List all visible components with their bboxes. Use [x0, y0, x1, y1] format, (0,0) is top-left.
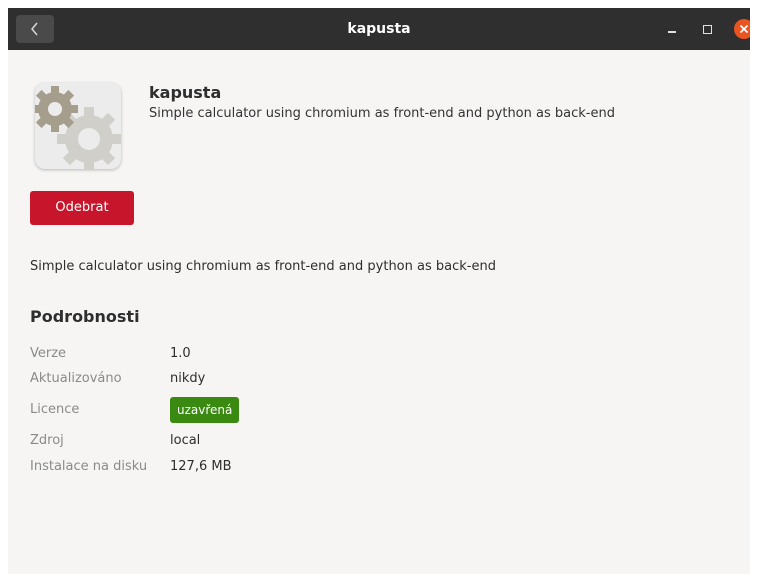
- app-name: kapusta: [149, 83, 222, 102]
- source-value: local: [170, 433, 201, 448]
- updated-value: nikdy: [170, 371, 206, 386]
- back-button[interactable]: [16, 15, 54, 43]
- source-label: Zdroj: [30, 433, 64, 448]
- app-details-window: kapusta kapusta Simple calculator using …: [8, 8, 750, 574]
- window-title: kapusta: [347, 21, 411, 37]
- remove-button[interactable]: Odebrat: [30, 191, 134, 225]
- installed-size-label: Instalace na disku: [30, 459, 148, 474]
- title-bar: kapusta: [8, 8, 750, 50]
- gears-icon: [35, 86, 121, 169]
- version-label: Verze: [30, 346, 67, 361]
- minimize-button[interactable]: [662, 19, 682, 39]
- version-value: 1.0: [170, 346, 191, 361]
- installed-size-value: 127,6 MB: [170, 459, 232, 474]
- license-badge[interactable]: uzavřená: [170, 397, 240, 423]
- app-description: Simple calculator using chromium as fron…: [30, 259, 496, 274]
- close-icon: [739, 24, 749, 34]
- chevron-left-icon: [31, 22, 38, 36]
- updated-label: Aktualizováno: [30, 371, 122, 386]
- license-label: Licence: [30, 402, 80, 417]
- maximize-button[interactable]: [698, 19, 718, 39]
- close-button[interactable]: [734, 19, 750, 39]
- app-summary: Simple calculator using chromium as fron…: [149, 106, 615, 121]
- details-heading: Podrobnosti: [30, 307, 140, 326]
- app-icon: [35, 83, 121, 169]
